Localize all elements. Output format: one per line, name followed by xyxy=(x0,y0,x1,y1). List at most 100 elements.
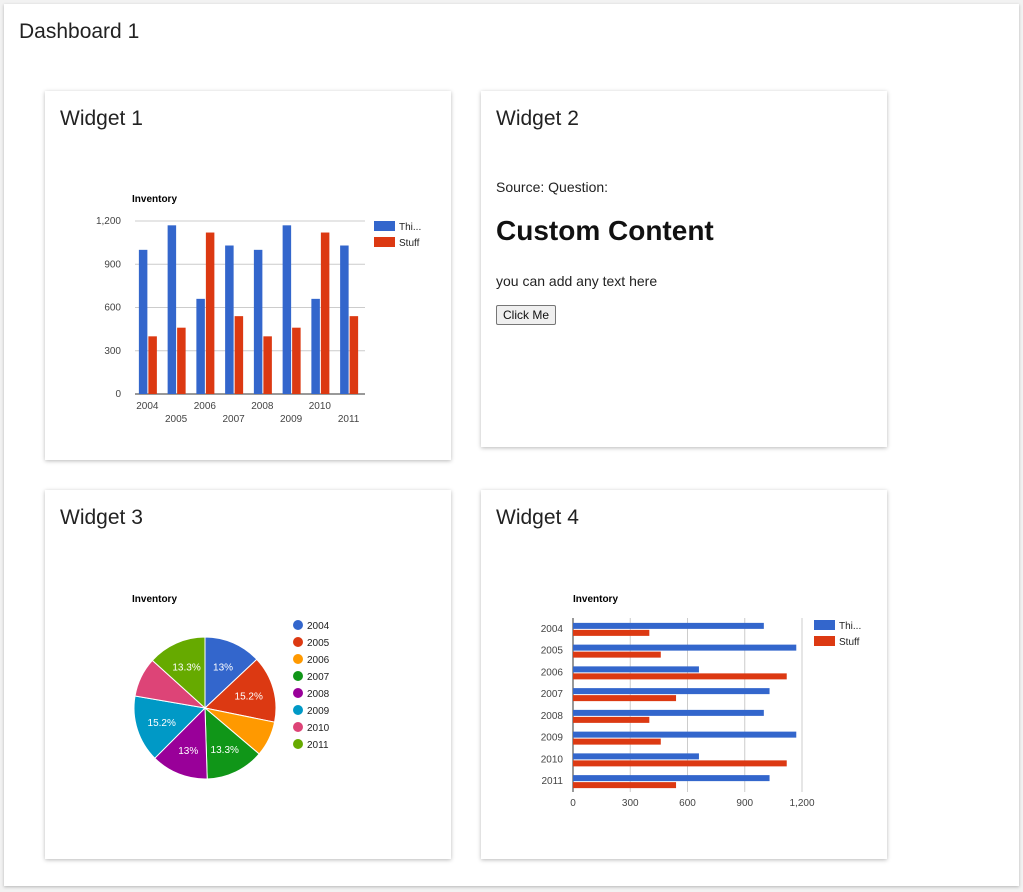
legend-swatch xyxy=(293,637,303,647)
legend-label: Stuff xyxy=(839,637,860,648)
bar-series2 xyxy=(573,673,787,680)
legend-swatch xyxy=(293,705,303,715)
y-tick-label: 600 xyxy=(104,303,121,314)
source-label: Source: Question: xyxy=(496,179,609,195)
bar-series1 xyxy=(573,731,797,738)
bar-series2 xyxy=(292,327,301,394)
bar-series1 xyxy=(573,775,770,782)
x-tick-label: 300 xyxy=(622,798,639,809)
bar-series2 xyxy=(177,327,186,394)
custom-content-heading: Custom Content xyxy=(496,215,714,246)
x-tick-label: 900 xyxy=(736,798,753,809)
legend-swatch xyxy=(293,620,303,630)
pie-slice-label: 13.3% xyxy=(211,745,239,756)
bar-series2 xyxy=(205,232,215,394)
x-tick-label: 2010 xyxy=(309,401,332,412)
legend-label: 2009 xyxy=(307,706,330,717)
bar-series1 xyxy=(282,225,292,394)
legend-swatch xyxy=(374,221,395,231)
legend-label: 2006 xyxy=(307,655,330,666)
bar-series1 xyxy=(573,709,764,716)
bar-series1 xyxy=(225,245,234,394)
legend-label: 2008 xyxy=(307,689,330,700)
y-tick-label: 2011 xyxy=(541,776,563,787)
chart-title: Inventory xyxy=(132,194,177,205)
custom-content-text: you can add any text here xyxy=(496,273,658,289)
legend-swatch xyxy=(293,671,303,681)
bar-series2 xyxy=(573,695,677,702)
y-tick-label: 2007 xyxy=(541,689,564,700)
legend-label: Stuff xyxy=(399,238,420,249)
bar-series2 xyxy=(573,629,650,636)
legend-label: 2007 xyxy=(307,672,330,683)
bar-series2 xyxy=(263,336,272,394)
legend-label: 2004 xyxy=(307,621,330,632)
pie-slice-label: 13% xyxy=(213,662,233,673)
bar-series1 xyxy=(340,245,349,394)
legend-swatch xyxy=(374,237,395,247)
bar-series1 xyxy=(138,249,148,394)
x-tick-label: 2006 xyxy=(194,401,217,412)
legend-swatch xyxy=(293,739,303,749)
x-tick-label: 2007 xyxy=(223,414,246,425)
legend-swatch xyxy=(293,688,303,698)
x-tick-label: 2009 xyxy=(280,414,303,425)
x-tick-label: 1,200 xyxy=(789,798,814,809)
x-tick-label: 2011 xyxy=(338,414,360,425)
widget-4-bar-chart: Inventory 0 300 600 900 1,200 2004 2005 2006 2007… xyxy=(541,594,861,809)
x-tick-label: 2008 xyxy=(251,401,274,412)
widget-3: Widget 3 Inventory 13% 15.2% 13.3% 13% 15.2% 1… xyxy=(45,490,451,859)
x-tick-label: 2005 xyxy=(165,414,188,425)
click-me-button[interactable]: Click Me xyxy=(496,305,557,325)
widget-1: Widget 1 Inventory 0 300 600 900 1,200 2004 200… xyxy=(45,91,451,460)
y-tick-label: 2006 xyxy=(541,667,564,678)
widget-2: Widget 2 Source: Question: Custom Conten… xyxy=(481,91,887,447)
y-tick-label: 2010 xyxy=(541,754,564,765)
pie-slice-label: 13% xyxy=(178,746,198,757)
bar-series1 xyxy=(573,622,764,629)
legend-swatch xyxy=(293,722,303,732)
chart-title: Inventory xyxy=(132,594,177,605)
bar-series1 xyxy=(573,753,699,760)
bar-series2 xyxy=(320,232,330,394)
pie-slice-label: 15.2% xyxy=(235,692,263,703)
chart-title: Inventory xyxy=(573,594,618,605)
legend-label: 2005 xyxy=(307,638,330,649)
legend-label: 2011 xyxy=(307,740,329,751)
bar-series1 xyxy=(573,644,797,651)
x-tick-label: 600 xyxy=(679,798,696,809)
y-tick-label: 900 xyxy=(104,259,121,270)
y-tick-label: 0 xyxy=(115,389,121,400)
bar-series2 xyxy=(349,316,359,394)
bar-series2 xyxy=(573,738,661,745)
bar-series1 xyxy=(573,666,699,673)
bar-series2 xyxy=(234,316,244,394)
pie-slice-label: 13.3% xyxy=(172,662,200,673)
bar-series1 xyxy=(311,298,320,394)
bar-series2 xyxy=(148,336,157,394)
bar-series2 xyxy=(573,716,650,723)
widget-3-pie-chart: Inventory 13% 15.2% 13.3% 13% 15.2% 13.3% 2004 2… xyxy=(132,594,330,780)
y-tick-label: 2008 xyxy=(541,711,564,722)
legend-label: 2010 xyxy=(307,723,330,734)
pie-slice-label: 15.2% xyxy=(148,718,176,729)
y-tick-label: 2009 xyxy=(541,733,564,744)
x-tick-label: 2004 xyxy=(136,401,159,412)
bar-series2 xyxy=(573,782,677,789)
legend-swatch xyxy=(814,636,835,646)
legend-swatch xyxy=(293,654,303,664)
dashboard-title: Dashboard 1 xyxy=(19,20,140,43)
dashboard-panel: Dashboard 1 Widget 1 Inventory 0 300 600 900… xyxy=(4,4,1019,886)
y-tick-label: 1,200 xyxy=(96,216,121,227)
legend-label: Thi... xyxy=(839,621,861,632)
bar-series2 xyxy=(573,760,787,767)
bar-series1 xyxy=(167,225,177,394)
bar-series1 xyxy=(573,688,770,695)
x-tick-label: 0 xyxy=(570,798,576,809)
y-tick-label: 2004 xyxy=(541,624,564,635)
bar-series1 xyxy=(253,249,263,394)
bar-series2 xyxy=(573,651,661,658)
y-tick-label: 2005 xyxy=(541,646,564,657)
widget-2-title: Widget 2 xyxy=(496,107,579,130)
bar-series1 xyxy=(196,298,205,394)
